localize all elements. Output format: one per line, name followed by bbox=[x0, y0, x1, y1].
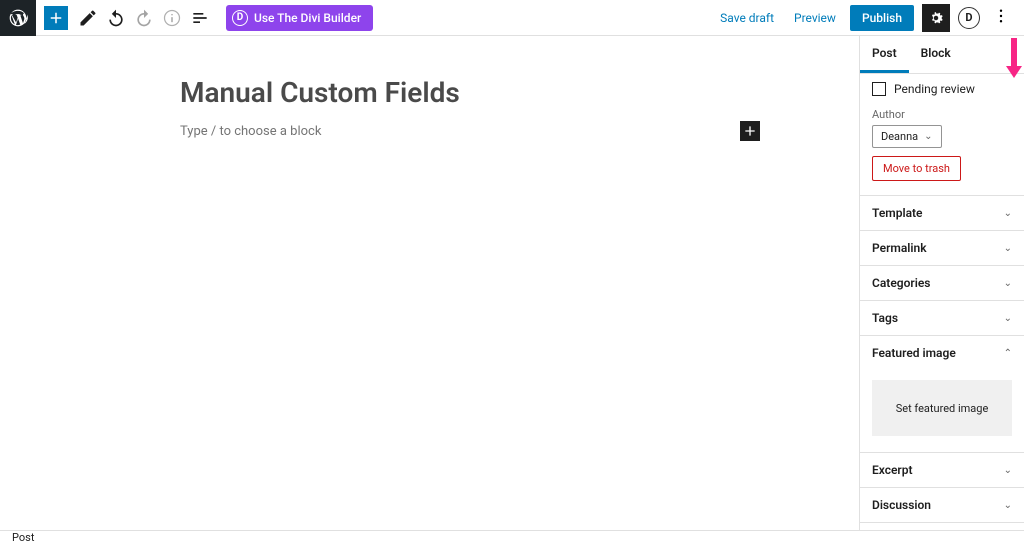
divi-logo-icon: D bbox=[232, 10, 248, 26]
panel-excerpt[interactable]: Excerpt ⌄ bbox=[860, 453, 1024, 488]
edit-mode-icon[interactable] bbox=[74, 4, 102, 32]
author-select[interactable]: Deanna ⌄ bbox=[872, 125, 942, 148]
panel-discussion[interactable]: Discussion ⌄ bbox=[860, 488, 1024, 523]
chevron-down-icon: ⌄ bbox=[1004, 313, 1012, 324]
publish-button[interactable]: Publish bbox=[850, 5, 914, 31]
panel-tags[interactable]: Tags ⌄ bbox=[860, 301, 1024, 336]
undo-icon[interactable] bbox=[102, 4, 130, 32]
chevron-down-icon: ⌄ bbox=[1004, 465, 1012, 476]
tab-post[interactable]: Post bbox=[860, 36, 909, 73]
settings-gear-button[interactable] bbox=[922, 4, 950, 32]
wordpress-logo[interactable] bbox=[0, 0, 36, 36]
chevron-down-icon: ⌄ bbox=[924, 131, 932, 142]
add-block-inline-button[interactable] bbox=[740, 121, 760, 141]
annotation-arrow-icon bbox=[1006, 38, 1022, 81]
move-to-trash-button[interactable]: Move to trash bbox=[872, 156, 961, 181]
status-bar: Post bbox=[0, 530, 1024, 543]
chevron-down-icon: ⌄ bbox=[1004, 278, 1012, 289]
editor-canvas[interactable]: Manual Custom Fields Type / to choose a … bbox=[0, 36, 859, 530]
panel-template[interactable]: Template ⌄ bbox=[860, 196, 1024, 231]
pending-review-label: Pending review bbox=[894, 82, 975, 96]
sidebar-tabs: Post Block bbox=[860, 36, 1024, 74]
chevron-up-icon: ⌃ bbox=[1004, 348, 1012, 359]
chevron-down-icon: ⌄ bbox=[1004, 243, 1012, 254]
redo-icon[interactable] bbox=[130, 4, 158, 32]
featured-image-panel: Set featured image bbox=[860, 380, 1024, 453]
main-area: Manual Custom Fields Type / to choose a … bbox=[0, 36, 1024, 530]
use-divi-builder-button[interactable]: D Use The Divi Builder bbox=[226, 5, 373, 31]
top-toolbar: D Use The Divi Builder Save draft Previe… bbox=[0, 0, 1024, 36]
post-title[interactable]: Manual Custom Fields bbox=[180, 76, 760, 109]
toolbar-left-group: D Use The Divi Builder bbox=[36, 4, 373, 32]
block-inserter-row: Type / to choose a block bbox=[180, 121, 760, 141]
details-icon[interactable] bbox=[158, 4, 186, 32]
status-bar-text: Post bbox=[12, 531, 34, 544]
chevron-down-icon: ⌄ bbox=[1004, 208, 1012, 219]
chevron-down-icon: ⌄ bbox=[1004, 500, 1012, 511]
divi-settings-icon[interactable]: D bbox=[958, 7, 980, 29]
panel-categories[interactable]: Categories ⌄ bbox=[860, 266, 1024, 301]
toolbar-right-group: Save draft Preview Publish D bbox=[714, 3, 1024, 33]
divi-page-settings-panel: Divi Page Settings ⌃ Page Layout: Right … bbox=[860, 523, 1024, 530]
options-menu-icon[interactable] bbox=[988, 3, 1014, 33]
author-label: Author bbox=[860, 104, 1024, 125]
divi-button-label: Use The Divi Builder bbox=[254, 11, 361, 25]
save-draft-button[interactable]: Save draft bbox=[714, 7, 780, 29]
panel-featured-image[interactable]: Featured image ⌃ bbox=[860, 336, 1024, 370]
set-featured-image-button[interactable]: Set featured image bbox=[872, 380, 1012, 436]
list-view-icon[interactable] bbox=[186, 4, 214, 32]
add-block-button[interactable] bbox=[44, 6, 68, 30]
pending-review-checkbox[interactable] bbox=[872, 82, 886, 96]
panel-permalink[interactable]: Permalink ⌄ bbox=[860, 231, 1024, 266]
block-placeholder-text[interactable]: Type / to choose a block bbox=[180, 124, 321, 139]
pending-review-row: Pending review bbox=[860, 74, 1024, 104]
move-to-trash-wrap: Move to trash bbox=[860, 156, 1024, 196]
author-value: Deanna bbox=[881, 130, 918, 143]
settings-sidebar: Post Block Pending review Author Deanna … bbox=[859, 36, 1024, 530]
preview-button[interactable]: Preview bbox=[788, 7, 842, 29]
tab-block[interactable]: Block bbox=[909, 36, 963, 73]
